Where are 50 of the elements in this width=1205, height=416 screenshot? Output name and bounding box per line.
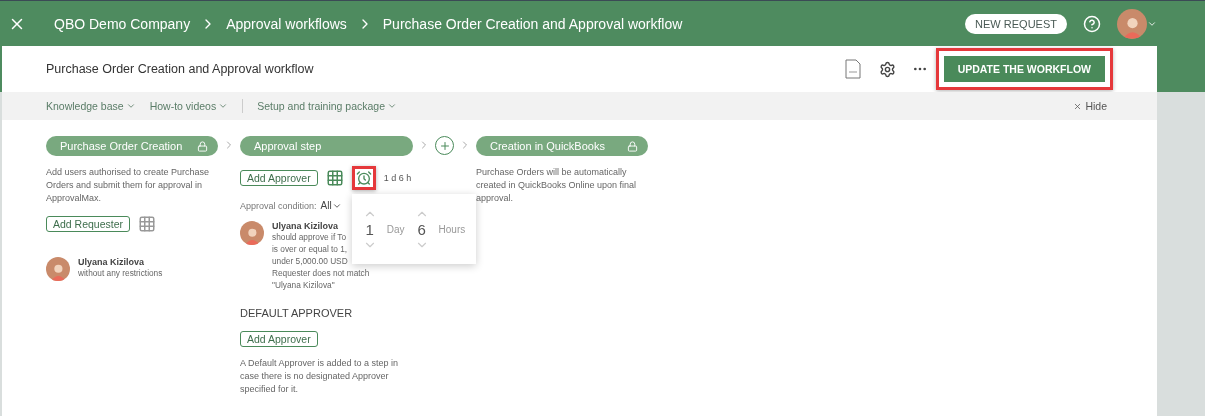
close-icon (1073, 101, 1083, 111)
user-rule-text: should approve if To (272, 231, 348, 243)
chevron-down-icon (218, 101, 229, 111)
help-link[interactable]: Knowledge base (46, 100, 136, 112)
step-header[interactable]: Creation in QuickBooks (476, 136, 648, 156)
step-header[interactable]: Purchase Order Creation (46, 136, 218, 156)
condition-label: Approval condition: (240, 200, 317, 211)
breadcrumb-link[interactable]: Purchase Order Creation and Approval workflow (382, 15, 683, 32)
default-approver-note: A Default Approver is added to a step in case there is no designated Approver specified for it. (240, 357, 400, 396)
user-rule-text: is over or equal to 1, (272, 243, 349, 255)
step-title: Approval step (254, 140, 322, 152)
days-unit: Day (386, 223, 405, 235)
plus-icon (438, 139, 451, 152)
breadcrumb-link[interactable]: QBO Demo Company (54, 15, 191, 32)
grid-icon[interactable] (138, 215, 157, 233)
help-icon[interactable] (1083, 14, 1101, 33)
step-title: Creation in QuickBooks (490, 140, 605, 152)
hours-value: 6 (417, 220, 426, 238)
step-title: Purchase Order Creation (60, 140, 183, 152)
workflow-title: Purchase Order Creation and Approval workflow (46, 62, 314, 76)
user-name: Ulyana Kizilova (272, 221, 340, 231)
user-avatar[interactable] (1117, 8, 1147, 39)
grid-icon[interactable] (325, 169, 344, 187)
new-request-button[interactable]: NEW REQUEST (965, 13, 1067, 34)
section-title: DEFAULT APPROVER (240, 307, 354, 319)
chevron-down-icon (387, 101, 398, 111)
settings-icon[interactable] (878, 60, 896, 78)
condition-dropdown[interactable]: All (320, 200, 342, 211)
days-value: 1 (365, 220, 374, 238)
help-link[interactable]: Setup and training package (257, 100, 398, 112)
user-name: Ulyana Kizilova (78, 257, 146, 267)
user-rule-text: under 5,000.00 USD (272, 255, 349, 267)
deadline-text: 1 d 6 h (383, 173, 412, 183)
hours-unit: Hours (438, 223, 466, 235)
update-workflow-button[interactable]: UPDATE THE WORKFLOW (943, 56, 1105, 82)
help-link[interactable]: How-to videos (149, 100, 229, 112)
add-approver-button[interactable]: Add Approver (240, 170, 318, 186)
hide-button[interactable]: Hide (1067, 99, 1113, 113)
user-rule-text: "Ulyana Kizilova" (272, 279, 336, 291)
add-approver-button[interactable]: Add Approver (240, 331, 318, 347)
add-step-button[interactable] (435, 136, 454, 155)
add-requester-button[interactable]: Add Requester (46, 216, 131, 232)
breadcrumb-link[interactable]: Approval workflows (226, 15, 347, 32)
step-header[interactable]: Approval step (240, 136, 413, 156)
user-rule-text: Requester does not match (272, 267, 370, 279)
user-rule-text: without any restrictions (78, 267, 163, 279)
chevron-down-icon (125, 101, 136, 111)
step-description: Purchase Orders will be automatically created in QuickBooks Online upon final approval. (476, 166, 638, 205)
pdf-icon[interactable] (844, 59, 861, 79)
step-description: Add users authorised to create Purchase Orders and submit them for approval in ApprovalMax. (46, 166, 211, 205)
